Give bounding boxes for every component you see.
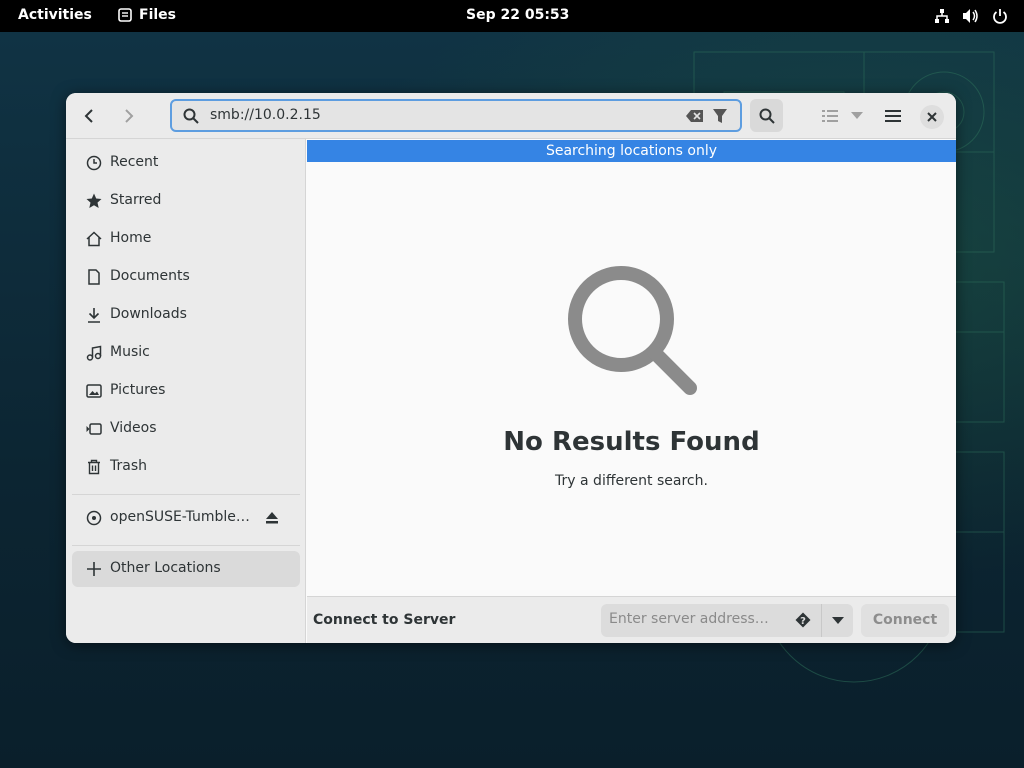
sidebar-item-pictures[interactable]: Pictures <box>72 373 300 409</box>
eject-icon[interactable] <box>264 510 280 526</box>
home-icon <box>86 231 102 247</box>
sidebar-item-downloads[interactable]: Downloads <box>72 297 300 333</box>
header-bar: smb://10.0.2.15 <box>66 93 956 139</box>
activities-button[interactable]: Activities <box>18 7 92 23</box>
files-window: smb://10.0.2.15 Recent Starred Home Docu… <box>66 93 956 643</box>
video-icon <box>86 423 102 435</box>
sidebar-item-recent[interactable]: Recent <box>72 145 300 181</box>
plus-icon <box>87 562 101 576</box>
close-icon <box>927 112 937 122</box>
hamburger-menu-icon <box>885 109 901 122</box>
sidebar-item-home[interactable]: Home <box>72 221 300 257</box>
filter-icon[interactable] <box>712 108 728 124</box>
server-address-entry[interactable]: ? <box>601 604 821 637</box>
sidebar-item-opensuse-disc[interactable]: openSUSE-Tumble… <box>72 500 300 536</box>
search-icon <box>568 266 697 395</box>
sidebar-item-documents[interactable]: Documents <box>72 259 300 295</box>
document-icon <box>88 269 100 285</box>
svg-text:?: ? <box>800 616 806 627</box>
search-scope-banner: Searching locations only <box>307 140 956 162</box>
app-name: Files <box>139 7 176 23</box>
sidebar-item-starred[interactable]: Starred <box>72 183 300 219</box>
picture-icon <box>86 384 102 398</box>
chevron-down-icon <box>851 111 863 119</box>
sidebar-item-other-locations[interactable]: Other Locations <box>72 551 300 587</box>
top-bar: Activities Files Sep 22 05:53 <box>0 0 1024 32</box>
download-icon <box>88 308 100 323</box>
list-view-icon <box>822 109 838 122</box>
sidebar-item-videos[interactable]: Videos <box>72 411 300 447</box>
sidebar-item-label: Trash <box>110 458 147 474</box>
sidebar-separator <box>72 494 300 495</box>
system-tray[interactable] <box>934 8 1008 24</box>
view-options-dropdown[interactable] <box>846 99 868 132</box>
sidebar-item-label: Documents <box>110 268 190 284</box>
sidebar-item-label: Pictures <box>110 382 166 398</box>
sidebar-item-label: openSUSE-Tumble… <box>110 509 250 525</box>
content-area: Searching locations only No Results Foun… <box>307 139 956 596</box>
sidebar-separator <box>72 545 300 546</box>
main-menu-button[interactable] <box>876 99 910 132</box>
recent-servers-dropdown[interactable] <box>821 604 853 637</box>
help-icon[interactable]: ? <box>795 612 811 628</box>
connect-to-server-label: Connect to Server <box>313 612 456 628</box>
volume-icon[interactable] <box>962 8 980 24</box>
network-icon[interactable] <box>934 8 950 24</box>
search-icon <box>759 108 775 124</box>
music-icon <box>86 345 102 361</box>
search-icon <box>183 108 199 124</box>
search-input[interactable]: smb://10.0.2.15 <box>210 107 321 123</box>
back-button[interactable] <box>74 99 106 132</box>
server-address-input[interactable] <box>609 611 779 627</box>
sidebar-item-label: Other Locations <box>110 560 221 576</box>
forward-button[interactable] <box>112 99 144 132</box>
trash-icon <box>88 459 100 475</box>
search-toggle-button[interactable] <box>750 99 783 132</box>
sidebar: Recent Starred Home Documents Downloads <box>66 139 306 643</box>
empty-state-title: No Results Found <box>503 427 760 457</box>
sidebar-item-label: Starred <box>110 192 162 208</box>
empty-state-subtitle: Try a different search. <box>555 473 708 489</box>
list-view-button[interactable] <box>818 99 842 132</box>
sidebar-item-label: Home <box>110 230 152 246</box>
sidebar-item-label: Downloads <box>110 306 187 322</box>
close-window-button[interactable] <box>920 105 944 129</box>
clock[interactable]: Sep 22 05:53 <box>466 7 569 23</box>
chevron-right-icon <box>125 108 134 123</box>
clear-text-icon[interactable] <box>686 109 704 123</box>
location-search-entry[interactable]: smb://10.0.2.15 <box>170 99 742 132</box>
sidebar-item-music[interactable]: Music <box>72 335 300 371</box>
sidebar-item-trash[interactable]: Trash <box>72 449 300 485</box>
files-app-icon <box>118 8 132 22</box>
star-icon <box>86 193 102 208</box>
chevron-down-icon <box>831 616 844 624</box>
sidebar-item-label: Recent <box>110 154 159 170</box>
sidebar-item-label: Videos <box>110 420 157 436</box>
app-menu-button[interactable]: Files <box>118 7 176 23</box>
chevron-left-icon <box>84 108 93 123</box>
power-icon[interactable] <box>992 8 1008 24</box>
sidebar-item-label: Music <box>110 344 150 360</box>
connect-button[interactable]: Connect <box>861 604 949 637</box>
clock-icon <box>86 155 102 171</box>
connect-to-server-bar: Connect to Server ? Connect <box>307 596 956 643</box>
disc-icon <box>86 510 102 526</box>
